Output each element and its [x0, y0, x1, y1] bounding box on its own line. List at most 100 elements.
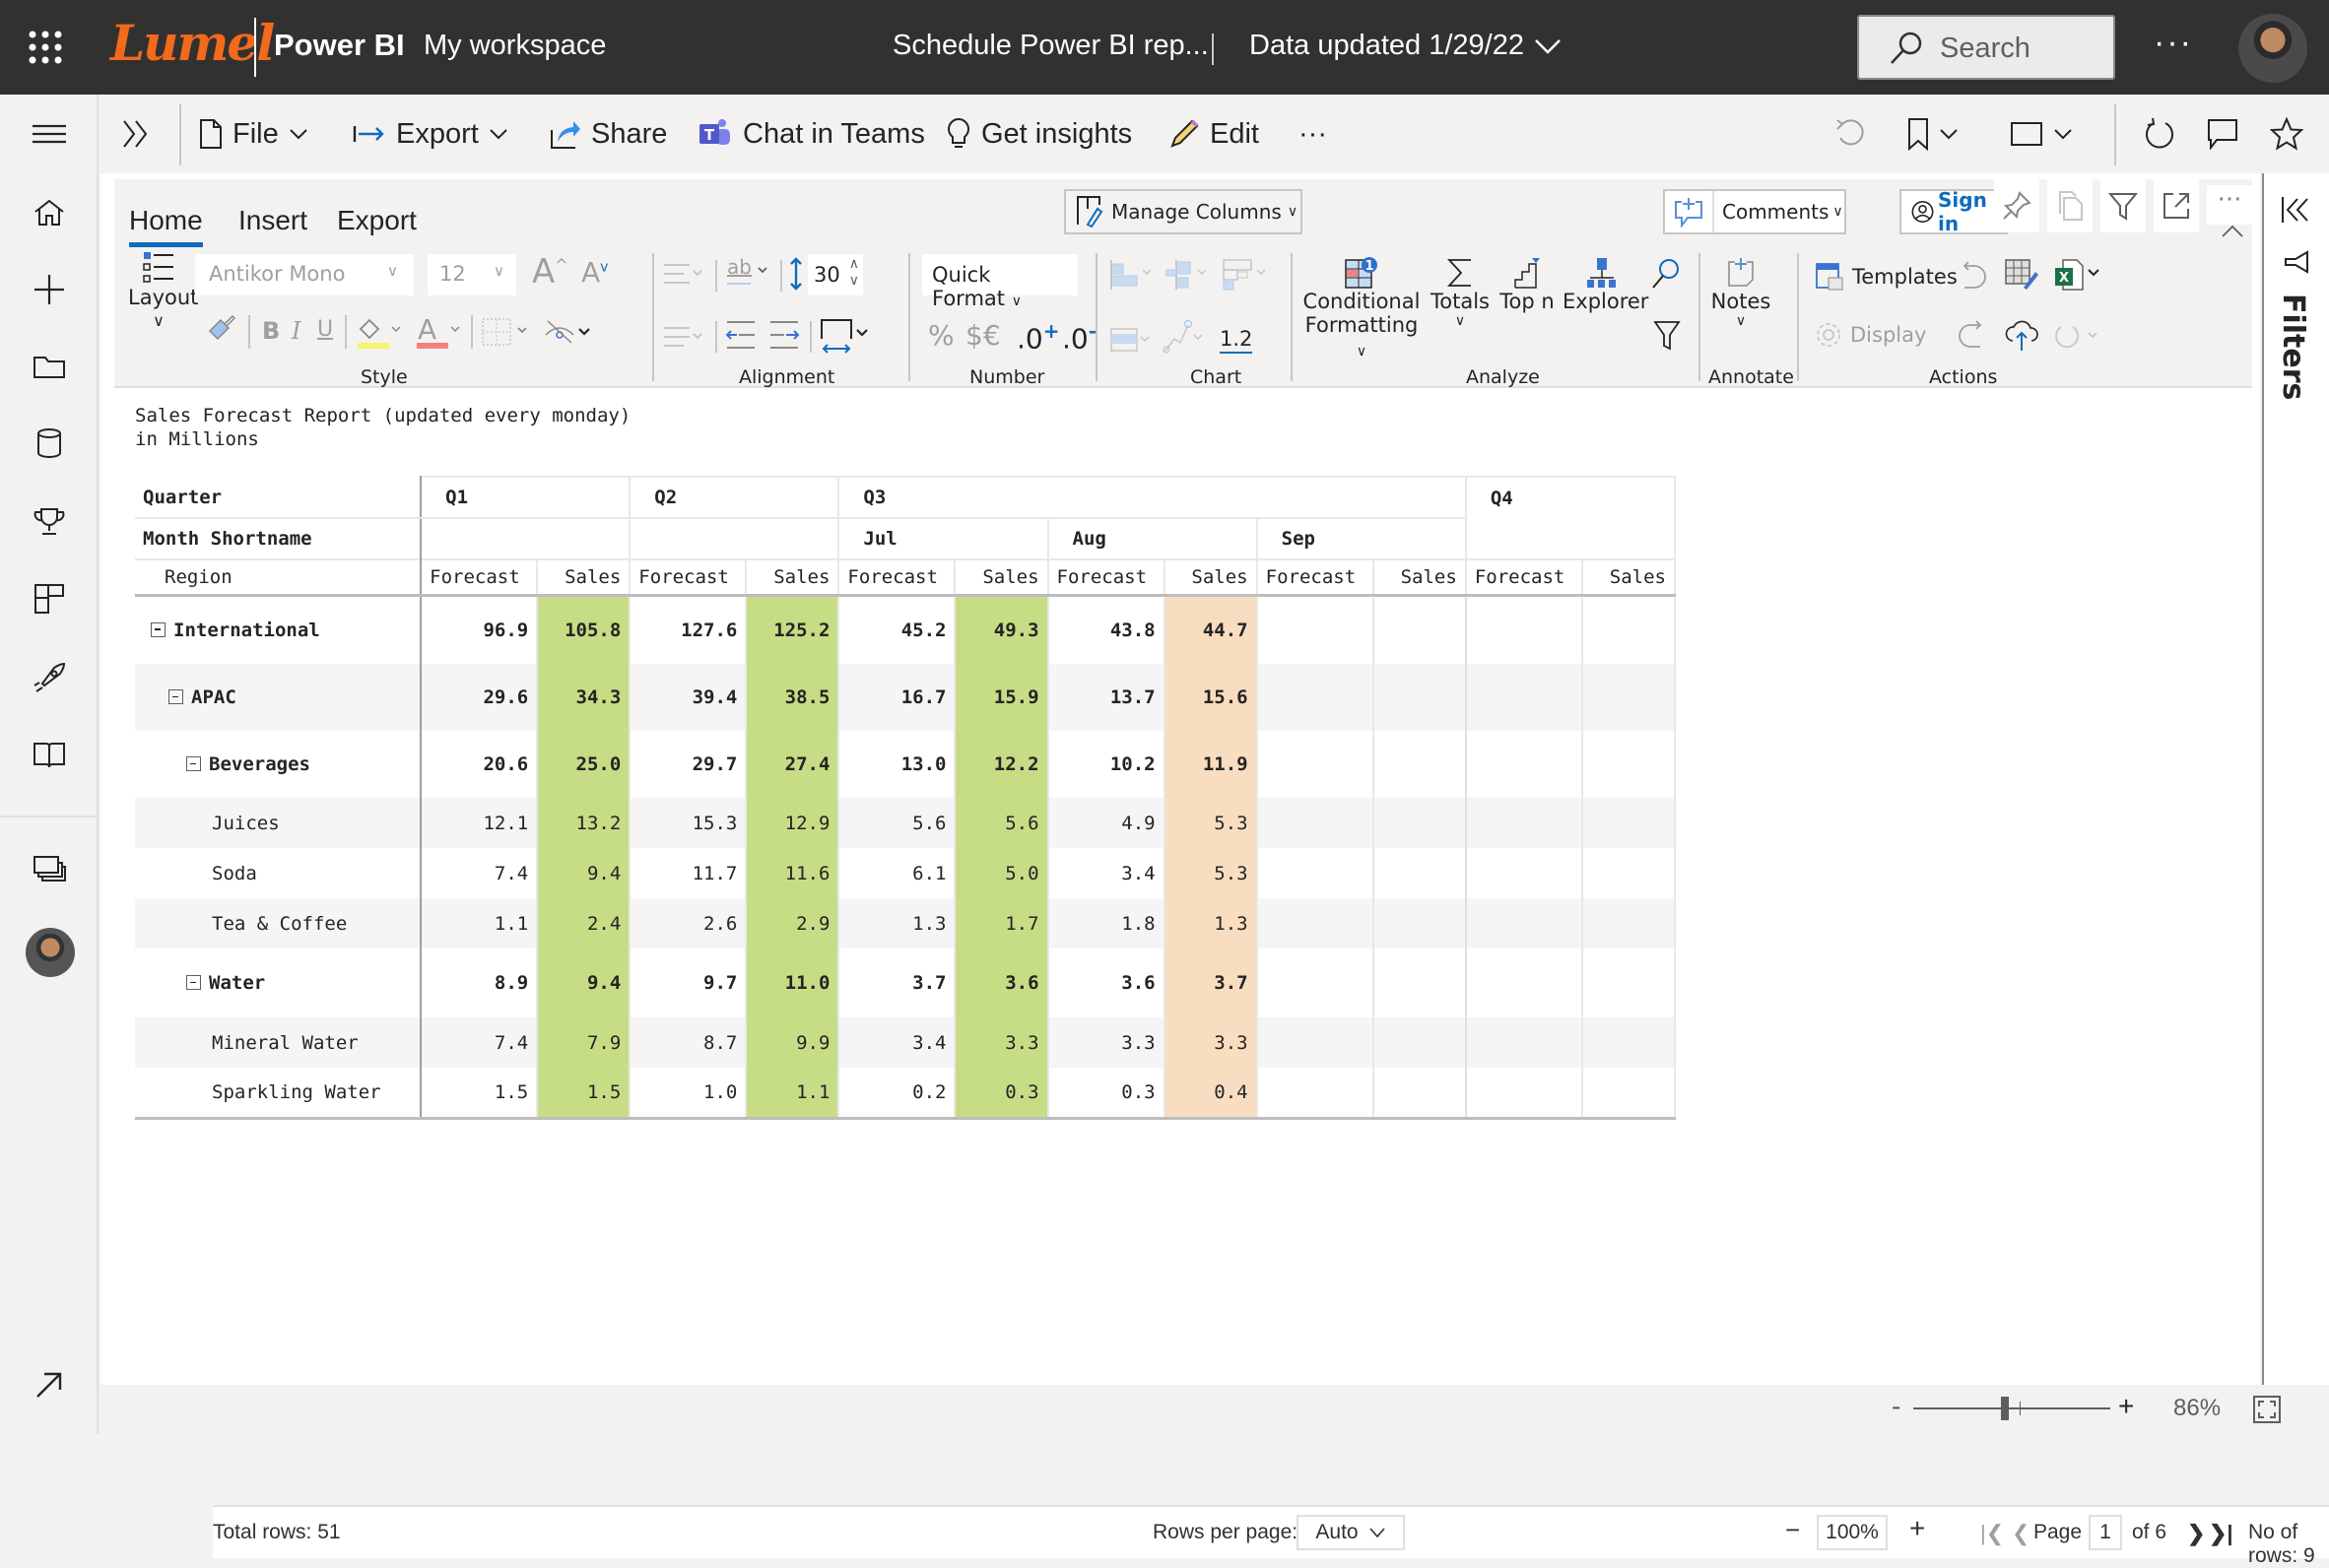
- increase-font-size-icon[interactable]: A^: [532, 252, 568, 292]
- sales-cell[interactable]: [1580, 798, 1677, 848]
- bookmark-menu[interactable]: [1907, 114, 1959, 154]
- forecast-cell[interactable]: 1.5: [420, 1068, 539, 1120]
- forecast-cell[interactable]: 11.7: [629, 848, 748, 898]
- search-box[interactable]: Search: [1857, 15, 2115, 80]
- borders-button[interactable]: [481, 315, 532, 349]
- more-actions-button[interactable]: ···: [1298, 114, 1327, 154]
- forecast-cell[interactable]: 43.8: [1046, 595, 1165, 664]
- sales-cell[interactable]: 15.9: [954, 664, 1049, 731]
- sales-cell[interactable]: 3.3: [954, 1017, 1049, 1068]
- bold-button[interactable]: B: [262, 317, 280, 345]
- format-painter-icon[interactable]: [207, 313, 236, 343]
- forecast-cell[interactable]: [1464, 848, 1583, 898]
- sales-cell[interactable]: 44.7: [1163, 595, 1258, 664]
- measure-header-sales[interactable]: Sales: [745, 558, 840, 597]
- forecast-cell[interactable]: 2.6: [629, 898, 748, 948]
- row-header[interactable]: Sparkling Water: [135, 1068, 423, 1120]
- hamburger-menu-icon[interactable]: [28, 114, 71, 154]
- forecast-cell[interactable]: [1464, 595, 1583, 664]
- table-row[interactable]: APAC 29.6 34.3 39.4 38.5 16.7 15.9 13.7 15.6: [135, 664, 1677, 731]
- conditional-formatting-button[interactable]: 1 Conditional Formatting ∨: [1302, 256, 1421, 360]
- expand-arrow-icon[interactable]: [28, 1365, 71, 1405]
- forecast-cell[interactable]: [1255, 1068, 1374, 1120]
- sales-cell[interactable]: 12.9: [745, 798, 840, 848]
- edit-button[interactable]: Edit: [1168, 114, 1259, 154]
- forecast-cell[interactable]: 3.4: [1046, 848, 1165, 898]
- visual-more-options-icon[interactable]: ···: [2207, 185, 2252, 225]
- hide-button[interactable]: [544, 317, 593, 347]
- forecast-cell[interactable]: [1464, 1068, 1583, 1120]
- table-row[interactable]: Beverages 20.6 25.0 29.7 27.4 13.0 12.2 10.2 11.…: [135, 731, 1677, 798]
- data-updated-dropdown[interactable]: Data updated 1/29/22: [1249, 30, 1524, 62]
- forecast-cell[interactable]: 1.3: [837, 898, 957, 948]
- sales-cell[interactable]: [1371, 1017, 1467, 1068]
- increase-indent-icon[interactable]: [768, 319, 800, 351]
- sales-cell[interactable]: [1371, 848, 1467, 898]
- forecast-cell[interactable]: 45.2: [837, 595, 957, 664]
- sales-cell[interactable]: 7.9: [536, 1017, 632, 1068]
- sparkline-button[interactable]: [1163, 317, 1210, 355]
- slider-thumb[interactable]: [2001, 1397, 2009, 1420]
- filter-funnel-icon[interactable]: [2100, 179, 2146, 232]
- my-workspace-avatar[interactable]: [26, 928, 75, 977]
- sales-cell[interactable]: [1371, 798, 1467, 848]
- sales-cell[interactable]: 1.3: [1163, 898, 1258, 948]
- forecast-cell[interactable]: 3.7: [837, 948, 957, 1017]
- collapse-icon[interactable]: [168, 689, 183, 704]
- deployment-rocket-icon[interactable]: [28, 658, 71, 697]
- quarter-header-q1[interactable]: Q1: [420, 476, 632, 519]
- forecast-cell[interactable]: [1255, 664, 1374, 731]
- sales-cell[interactable]: 1.7: [954, 898, 1049, 948]
- forecast-cell[interactable]: 16.7: [837, 664, 957, 731]
- collapse-ribbon-icon[interactable]: [2221, 223, 2244, 238]
- table-zoom-input[interactable]: 100%: [1817, 1515, 1888, 1550]
- sales-cell[interactable]: [1371, 664, 1467, 731]
- filter-icon[interactable]: [1653, 319, 1681, 351]
- chat-in-teams-button[interactable]: T Chat in Teams: [698, 114, 925, 154]
- sales-cell[interactable]: [1580, 664, 1677, 731]
- app-launcher-icon[interactable]: [28, 30, 63, 65]
- sales-cell[interactable]: [1371, 1068, 1467, 1120]
- refresh-action-button[interactable]: [2053, 321, 2104, 351]
- explorer-button[interactable]: Explorer: [1563, 256, 1648, 313]
- sales-cell[interactable]: 125.2: [745, 595, 840, 664]
- chevron-down-icon[interactable]: [1533, 35, 1563, 57]
- layout-button[interactable]: Layout ∨: [128, 250, 198, 330]
- forecast-cell[interactable]: 29.7: [629, 731, 748, 798]
- increase-decimal-button[interactable]: .0+: [1017, 319, 1059, 355]
- first-page-icon[interactable]: |❮: [1980, 1521, 2004, 1546]
- create-icon[interactable]: [28, 270, 71, 309]
- apps-icon[interactable]: [28, 579, 71, 619]
- app-name[interactable]: Power BI: [274, 28, 405, 63]
- table-row[interactable]: Sparkling Water 1.5 1.5 1.0 1.1 0.2 0.3 0.3 0.4: [135, 1068, 1677, 1120]
- comments-button[interactable]: Comments ∨: [1663, 189, 1846, 234]
- page-zoom-slider[interactable]: [1913, 1397, 2110, 1420]
- tab-export[interactable]: Export: [337, 205, 417, 236]
- forecast-cell[interactable]: 3.3: [1046, 1017, 1165, 1068]
- font-color-button[interactable]: A: [416, 315, 463, 349]
- tab-home[interactable]: Home: [129, 205, 203, 247]
- forecast-cell[interactable]: [1464, 898, 1583, 948]
- sales-cell[interactable]: 49.3: [954, 595, 1049, 664]
- redo-icon[interactable]: [1957, 319, 1988, 351]
- notes-button[interactable]: Notes ∨: [1710, 256, 1771, 329]
- sales-cell[interactable]: [1580, 948, 1677, 1017]
- month-header-aug[interactable]: Aug: [1046, 517, 1258, 560]
- manage-columns-button[interactable]: Manage Columns ∨: [1064, 189, 1302, 234]
- table-row[interactable]: Tea & Coffee 1.1 2.4 2.6 2.9 1.3 1.7 1.8 1.3: [135, 898, 1677, 948]
- sales-cell[interactable]: 11.6: [745, 848, 840, 898]
- pin-icon[interactable]: [1994, 179, 2039, 232]
- row-header[interactable]: Tea & Coffee: [135, 898, 423, 948]
- sales-cell[interactable]: 1.5: [536, 1068, 632, 1120]
- sales-cell[interactable]: 13.2: [536, 798, 632, 848]
- collapse-filters-icon[interactable]: [2280, 195, 2311, 225]
- file-menu[interactable]: File: [199, 114, 308, 154]
- forecast-cell[interactable]: 7.4: [420, 848, 539, 898]
- sales-cell[interactable]: 105.8: [536, 595, 632, 664]
- forecast-cell[interactable]: [1255, 595, 1374, 664]
- page-number-input[interactable]: 1: [2089, 1515, 2122, 1550]
- measure-header-forecast[interactable]: Forecast: [1464, 558, 1583, 597]
- decrease-decimal-button[interactable]: .0–: [1062, 319, 1098, 355]
- collapse-icon[interactable]: [151, 621, 166, 637]
- row-header[interactable]: Water: [135, 948, 423, 1017]
